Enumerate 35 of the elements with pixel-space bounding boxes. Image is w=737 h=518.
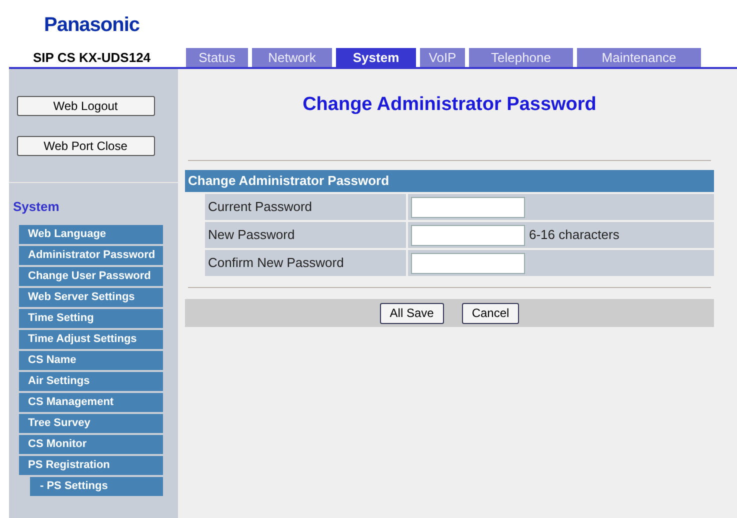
sidebar-menu-item[interactable]: Tree Survey bbox=[19, 414, 163, 433]
nav-tab[interactable]: Maintenance bbox=[577, 48, 701, 67]
password-field[interactable] bbox=[411, 196, 525, 218]
sidebar-menu-item[interactable]: Time Adjust Settings bbox=[19, 330, 163, 349]
form-button[interactable]: All Save bbox=[380, 302, 444, 324]
sidebar-button[interactable]: Web Port Close bbox=[16, 136, 154, 156]
nav-tab[interactable]: VoIP bbox=[420, 48, 465, 67]
sidebar-menu-item[interactable]: Air Settings bbox=[19, 372, 163, 391]
nav-tab[interactable]: Status bbox=[186, 48, 248, 67]
field-hint: 6-16 characters bbox=[529, 226, 620, 244]
sidebar-menu-item[interactable]: Administrator Password bbox=[19, 246, 163, 265]
password-field[interactable] bbox=[411, 224, 525, 246]
sidebar-menu-item[interactable]: Web Language bbox=[19, 225, 163, 244]
sidebar-menu-item[interactable]: Web Server Settings bbox=[19, 288, 163, 307]
form-button[interactable]: Cancel bbox=[462, 302, 520, 324]
nav-tab[interactable]: Network bbox=[252, 48, 332, 67]
sidebar-button[interactable]: Web Logout bbox=[16, 96, 154, 116]
field-label: Confirm New Password bbox=[205, 250, 406, 276]
nav-tab[interactable]: Telephone bbox=[469, 48, 573, 67]
sidebar-menu-item[interactable]: Change User Password bbox=[19, 267, 163, 286]
section-heading: System bbox=[13, 199, 60, 214]
sidebar-menu-item[interactable]: - PS Settings bbox=[30, 477, 163, 496]
password-field[interactable] bbox=[411, 252, 525, 274]
device-model: SIP CS KX-UDS124 bbox=[32, 49, 152, 67]
page-title: Change Administrator Password bbox=[302, 93, 596, 118]
field-label: New Password bbox=[205, 222, 406, 248]
sidebar-menu-item[interactable]: CS Monitor bbox=[19, 435, 163, 454]
form-header: Change Administrator Password bbox=[185, 170, 714, 192]
brand-logo: Panasonic bbox=[44, 14, 140, 36]
nav-tab[interactable]: System bbox=[336, 48, 416, 67]
sidebar-menu-item[interactable]: Time Setting bbox=[19, 309, 163, 328]
sidebar-menu-item[interactable]: CS Name bbox=[19, 351, 163, 370]
field-label: Current Password bbox=[205, 194, 406, 220]
sidebar-menu-item[interactable]: PS Registration bbox=[19, 456, 163, 475]
sidebar-menu-item[interactable]: CS Management bbox=[19, 393, 163, 412]
